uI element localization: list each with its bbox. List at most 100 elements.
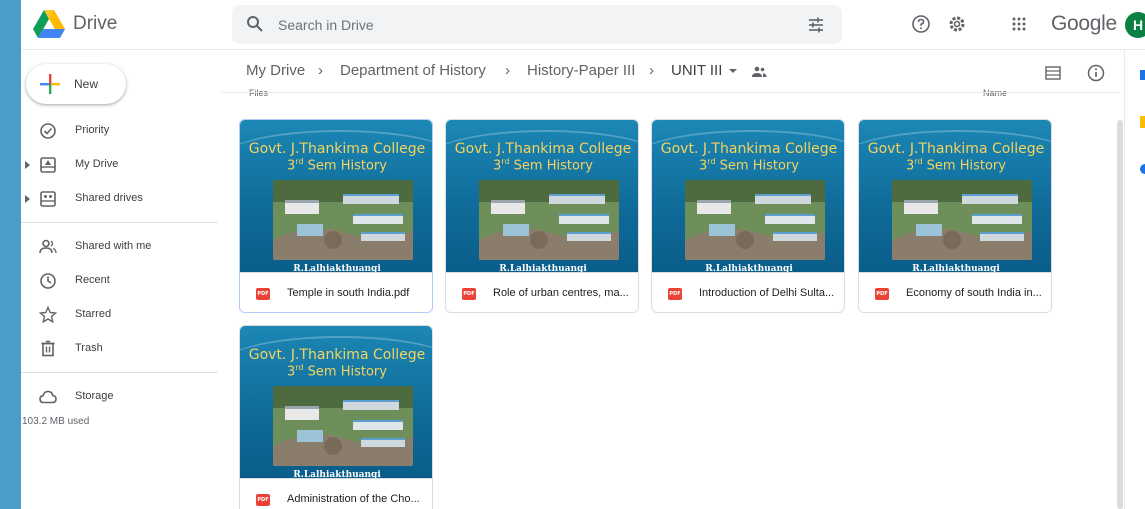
shared-with-me-icon — [39, 239, 57, 254]
breadcrumb-current-folder[interactable]: UNIT III — [671, 62, 722, 79]
trash-icon — [41, 340, 55, 357]
plus-icon — [40, 74, 60, 94]
campus-photo — [479, 180, 619, 260]
expand-arrow-icon[interactable] — [25, 195, 30, 203]
breadcrumb-paper[interactable]: History-Paper III — [527, 62, 635, 79]
thumbnail-title: Govt. J.Thankima College — [248, 347, 426, 363]
files-section-label: Files — [249, 88, 269, 98]
campus-photo — [273, 386, 413, 466]
sidebar-item-trash[interactable]: Trash — [21, 333, 221, 365]
new-button[interactable]: New — [26, 64, 126, 104]
sidebar-item-label: Shared with me — [75, 240, 152, 252]
sidebar-item-priority[interactable]: Priority — [21, 115, 221, 147]
thumbnail-title: Govt. J.Thankima College — [660, 141, 838, 157]
tasks-addon-icon[interactable] — [1140, 164, 1145, 174]
file-thumbnail[interactable]: Govt. J.Thankima College 3rd Sem History… — [240, 326, 432, 478]
sidebar-item-my-drive[interactable]: My Drive — [21, 149, 221, 181]
file-thumbnail[interactable]: Govt. J.Thankima College 3rd Sem History… — [446, 120, 638, 272]
drive-logo-icon[interactable] — [33, 10, 65, 38]
file-card[interactable]: Govt. J.Thankima College 3rd Sem History… — [239, 325, 433, 509]
file-footer[interactable]: PDF Administration of the Cho... — [240, 478, 432, 509]
file-name[interactable]: Temple in south India.pdf — [287, 287, 425, 299]
search-bar[interactable] — [232, 5, 842, 44]
file-footer[interactable]: PDF Economy of south India in... — [859, 272, 1051, 312]
thumbnail-author: R.Lalhiakthuangi — [499, 264, 587, 272]
thumbnail-title: Govt. J.Thankima College — [248, 141, 426, 157]
pdf-icon: PDF — [256, 494, 270, 506]
calendar-addon-icon[interactable] — [1140, 70, 1145, 80]
storage-used-text: 103.2 MB used — [22, 416, 90, 427]
sort-by-name-label[interactable]: Name — [983, 88, 1007, 98]
file-card[interactable]: Govt. J.Thankima College 3rd Sem History… — [239, 119, 433, 313]
search-input[interactable] — [278, 11, 778, 38]
header-divider — [221, 92, 1119, 93]
thumbnail-author: R.Lalhiakthuangi — [912, 264, 1000, 272]
thumbnail-subtitle: 3rd Sem History — [287, 363, 387, 380]
thumbnail-subtitle: 3rd Sem History — [906, 157, 1006, 174]
file-thumbnail[interactable]: Govt. J.Thankima College 3rd Sem History… — [240, 120, 432, 272]
clock-icon — [40, 273, 56, 289]
my-drive-icon — [40, 157, 56, 173]
new-button-label: New — [74, 77, 99, 91]
sidebar-item-label: Storage — [75, 390, 114, 402]
pdf-icon: PDF — [875, 288, 889, 300]
expand-arrow-icon[interactable] — [25, 161, 30, 169]
file-footer[interactable]: PDF Role of urban centres, ma... — [446, 272, 638, 312]
search-icon[interactable] — [246, 15, 264, 33]
file-name[interactable]: Role of urban centres, ma... — [493, 287, 631, 299]
keep-addon-icon[interactable] — [1140, 116, 1145, 128]
sidebar-item-shared-with-me[interactable]: Shared with me — [21, 231, 221, 263]
thumbnail-subtitle: 3rd Sem History — [699, 157, 799, 174]
file-footer[interactable]: PDF Temple in south India.pdf — [240, 272, 432, 312]
chevron-right-icon: › — [649, 62, 654, 79]
thumbnail-title: Govt. J.Thankima College — [454, 141, 632, 157]
file-name[interactable]: Economy of south India in... — [906, 287, 1044, 299]
apps-grid-icon[interactable] — [1009, 14, 1029, 34]
file-thumbnail[interactable]: Govt. J.Thankima College 3rd Sem History… — [652, 120, 844, 272]
app-name[interactable]: Drive — [73, 13, 117, 35]
campus-photo — [273, 180, 413, 260]
shared-folder-icon[interactable] — [751, 65, 767, 79]
sidebar-item-label: Starred — [75, 308, 112, 320]
sidebar-item-shared-drives[interactable]: Shared drives — [21, 183, 221, 215]
chevron-down-icon[interactable] — [729, 69, 737, 73]
pdf-icon: PDF — [256, 288, 270, 300]
list-view-icon[interactable] — [1045, 66, 1061, 80]
breadcrumb-department[interactable]: Department of History — [340, 62, 486, 79]
star-icon — [38, 305, 58, 324]
file-card[interactable]: Govt. J.Thankima College 3rd Sem History… — [858, 119, 1052, 313]
scrollbar[interactable] — [1117, 120, 1123, 509]
gear-icon[interactable] — [947, 14, 967, 34]
search-options-icon[interactable] — [807, 16, 825, 34]
sidebar-item-label: Shared drives — [75, 192, 143, 204]
chevron-right-icon: › — [505, 62, 510, 79]
sidebar-item-recent[interactable]: Recent — [21, 265, 221, 297]
sidebar-item-storage[interactable]: Storage — [21, 381, 221, 413]
sidebar-divider — [21, 222, 218, 223]
sidebar-item-label: My Drive — [75, 158, 119, 170]
info-icon[interactable] — [1087, 64, 1105, 82]
sidebar-item-starred[interactable]: Starred — [21, 299, 221, 331]
sidebar-item-label: Recent — [75, 274, 110, 286]
file-card[interactable]: Govt. J.Thankima College 3rd Sem History… — [445, 119, 639, 313]
file-thumbnail[interactable]: Govt. J.Thankima College 3rd Sem History… — [859, 120, 1051, 272]
file-name[interactable]: Administration of the Cho... — [287, 493, 425, 505]
breadcrumb-my-drive[interactable]: My Drive — [246, 62, 305, 79]
avatar[interactable]: H — [1125, 12, 1145, 38]
shared-drives-icon — [40, 191, 56, 207]
file-name[interactable]: Introduction of Delhi Sulta... — [699, 287, 837, 299]
sidebar-item-label: Priority — [75, 124, 110, 136]
pdf-icon: PDF — [462, 288, 476, 300]
chevron-right-icon: › — [318, 62, 323, 79]
drive-window: Drive Search in Drive Google H New Prior… — [21, 0, 1145, 509]
file-footer[interactable]: PDF Introduction of Delhi Sulta... — [652, 272, 844, 312]
google-logo[interactable]: Google — [1051, 12, 1117, 36]
campus-photo — [685, 180, 825, 260]
sidebar: New Priority My Drive Shared drives Shar… — [21, 50, 221, 509]
thumbnail-subtitle: 3rd Sem History — [493, 157, 593, 174]
priority-icon — [40, 123, 56, 139]
file-card[interactable]: Govt. J.Thankima College 3rd Sem History… — [651, 119, 845, 313]
sidebar-item-label: Trash — [75, 342, 103, 354]
help-icon[interactable] — [911, 14, 931, 34]
cloud-icon — [39, 390, 57, 404]
